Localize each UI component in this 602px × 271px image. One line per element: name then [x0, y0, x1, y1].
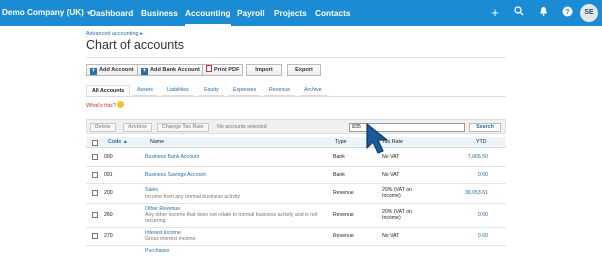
search-icon[interactable] — [512, 6, 526, 20]
add-account-button[interactable]: + Add Account — [86, 64, 138, 76]
nav-accounting[interactable]: Accounting — [185, 0, 231, 26]
nav-dashboard[interactable]: Dashboard — [90, 0, 133, 26]
account-tax-rate: No VAT — [382, 233, 400, 239]
account-description: Gross interest income — [145, 236, 196, 242]
add-account-label: Add Account — [99, 67, 134, 73]
user-avatar[interactable]: SE — [580, 4, 598, 22]
account-name-link[interactable]: Purchases — [145, 248, 170, 254]
table-row[interactable]: 090 Business Bank Account Bank No VAT 7,… — [86, 148, 506, 167]
nav-contacts[interactable]: Contacts — [315, 0, 351, 26]
tabs-underline — [86, 96, 506, 97]
row-checkbox[interactable] — [92, 190, 98, 196]
add-bank-account-button[interactable]: + Add Bank Account — [137, 64, 204, 76]
account-code: 200 — [104, 190, 113, 196]
account-tax-rate: No VAT — [382, 172, 400, 178]
print-pdf-button[interactable]: Print PDF — [202, 64, 244, 76]
heading-divider — [86, 57, 506, 58]
account-type: Revenue — [333, 212, 354, 218]
tab-all-accounts[interactable]: All Accounts — [86, 85, 131, 96]
print-pdf-label: Print PDF — [214, 67, 240, 73]
tab-revenue[interactable]: Revenue — [264, 85, 296, 96]
row-checkbox[interactable] — [92, 212, 98, 218]
account-type: Bank — [333, 154, 345, 160]
organisation-name: Demo Company (UK) — [2, 8, 84, 17]
account-ytd[interactable]: 38,053.61 — [428, 190, 488, 196]
column-name[interactable]: Name — [150, 137, 164, 148]
account-description: Any other income that does not relate to… — [145, 212, 318, 224]
tab-assets[interactable]: Assets — [132, 85, 158, 96]
help-icon[interactable]: ? — [560, 6, 574, 20]
import-button[interactable]: Import — [246, 64, 282, 76]
column-ytd[interactable]: YTD — [476, 137, 487, 148]
table-row[interactable]: 260 Other Revenue Any other income that … — [86, 204, 506, 228]
page-title: Chart of accounts — [86, 38, 184, 52]
whats-this-label: What's this? — [86, 103, 116, 109]
nav-payroll[interactable]: Payroll — [237, 0, 265, 26]
table-header: Code ▲ Name Type Tax Rate YTD — [86, 137, 506, 148]
notifications-bell-icon[interactable] — [536, 6, 550, 20]
plus-icon: + — [141, 68, 148, 75]
account-type: Revenue — [333, 190, 354, 196]
row-checkbox[interactable] — [92, 233, 98, 239]
row-checkbox[interactable] — [92, 154, 98, 160]
table-row[interactable]: 200 Sales Income from any normal busines… — [86, 184, 506, 204]
account-type: Revenue — [333, 233, 354, 239]
svg-text:?: ? — [565, 9, 569, 16]
account-ytd[interactable]: 0.00 — [428, 172, 488, 178]
export-button[interactable]: Export — [287, 64, 321, 76]
account-ytd[interactable]: 0.00 — [428, 233, 488, 239]
tab-expenses[interactable]: Expenses — [228, 85, 262, 96]
column-type[interactable]: Type — [335, 137, 346, 148]
nav-business[interactable]: Business — [141, 0, 178, 26]
column-code[interactable]: Code ▲ — [108, 137, 128, 148]
accounts-toolbar: Delete Archive Change Tax Rate No accoun… — [86, 119, 506, 134]
archive-button[interactable]: Archive — [123, 123, 153, 132]
search-button[interactable]: Search — [469, 123, 501, 132]
account-code: 090 — [104, 154, 113, 160]
change-tax-rate-button[interactable]: Change Tax Rate — [157, 123, 209, 132]
account-code: 091 — [104, 172, 113, 178]
selection-status: No accounts selected — [217, 124, 267, 130]
delete-button[interactable]: Delete — [90, 123, 116, 132]
add-icon[interactable]: + — [488, 6, 502, 20]
account-code: 260 — [104, 212, 113, 218]
account-ytd[interactable]: 0.00 — [428, 212, 488, 218]
row-checkbox[interactable] — [92, 172, 98, 178]
pdf-icon — [206, 65, 212, 72]
table-row[interactable]: 270 Interest Income Gross interest incom… — [86, 228, 506, 246]
account-code: 270 — [104, 233, 113, 239]
account-name-link[interactable]: Business Savings Account — [145, 172, 206, 178]
account-description: Income from any normal business activity — [145, 194, 241, 200]
plus-icon: + — [90, 68, 97, 75]
top-nav-bar: Demo Company (UK) ▼ Dashboard Business Ac… — [0, 0, 602, 26]
mouse-pointer-icon — [366, 123, 388, 154]
account-tax-rate: 20% (VAT on Income) — [382, 209, 412, 221]
whats-this-link[interactable]: What's this? — [86, 101, 124, 109]
tab-equity[interactable]: Equity — [199, 85, 224, 96]
account-name-link[interactable]: Sales — [145, 187, 158, 193]
account-type: Bank — [333, 172, 345, 178]
table-row[interactable]: 091 Business Savings Account Bank No VAT… — [86, 167, 506, 184]
breadcrumb[interactable]: Advanced accounting ▸ — [86, 31, 143, 37]
nav-projects[interactable]: Projects — [274, 0, 307, 26]
table-row[interactable]: Purchases — [86, 246, 506, 271]
tab-archive[interactable]: Archive — [299, 85, 327, 96]
account-name-link[interactable]: Business Bank Account — [145, 154, 199, 160]
lightbulb-icon — [116, 101, 124, 108]
add-bank-account-label: Add Bank Account — [150, 67, 200, 73]
account-ytd[interactable]: 7,065.50 — [428, 154, 488, 160]
account-tax-rate: 20% (VAT on Income) — [382, 187, 412, 199]
organisation-switcher[interactable]: Demo Company (UK) ▼ — [0, 4, 92, 22]
select-all-checkbox[interactable] — [92, 139, 98, 146]
tab-liabilities[interactable]: Liabilities — [162, 85, 194, 96]
